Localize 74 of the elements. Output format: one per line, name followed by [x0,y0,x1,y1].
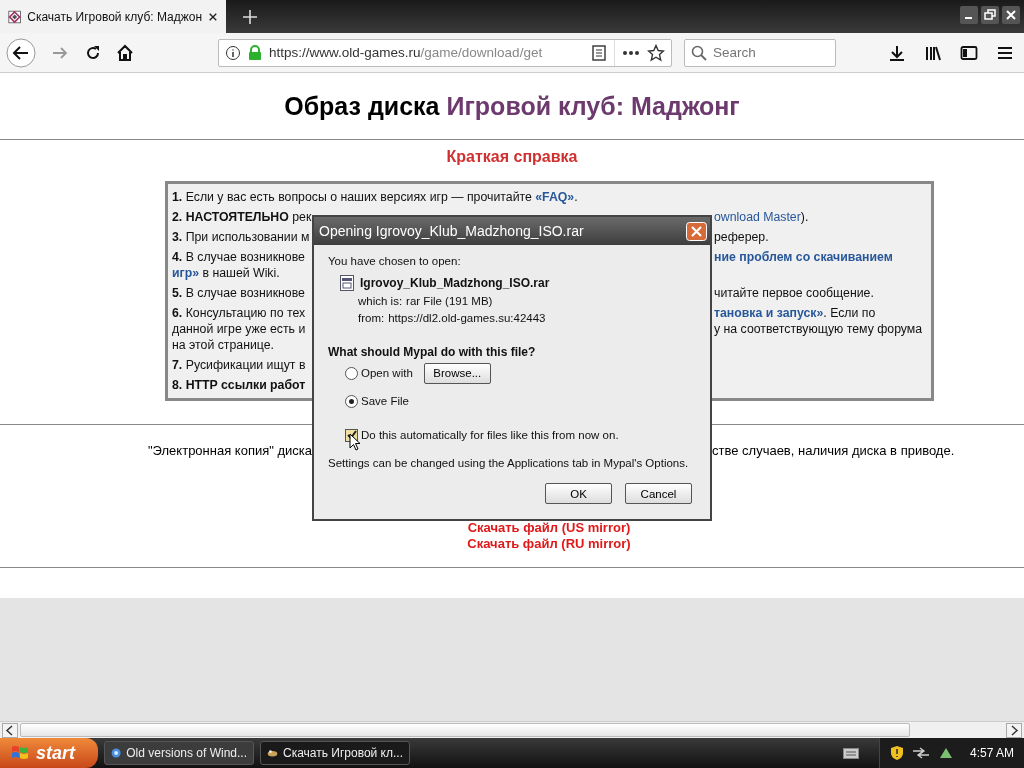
download-link[interactable]: Скачать файл (US mirror) [467,520,631,536]
help-text: на этой странице. [172,337,274,353]
close-icon[interactable] [686,221,707,241]
help-text: ownload Master). [713,209,809,225]
horizontal-scrollbar[interactable] [0,721,1024,738]
help-text: 2. НАСТОЯТЕЛЬНО рек [172,209,312,225]
help-text: 3. При использовании м [172,229,310,245]
field-label: from: [358,311,385,326]
field-value: https://dl2.old-games.su:42443 [388,311,546,326]
help-text: данной игре уже есть и [172,321,306,337]
windows-logo-icon [10,744,30,762]
url-path: /game/download/get [420,45,543,60]
section-heading: Краткая справка [446,148,578,166]
diamond-logo-icon [8,8,22,25]
url-host: https://www.old-games.ru [269,45,421,60]
reader-view-icon[interactable] [591,44,607,61]
help-text: 5. В случае возникнове [172,285,305,301]
restore-icon[interactable] [981,6,999,24]
reload-icon[interactable] [84,43,102,62]
help-text: ние проблем со скачиванием [713,249,893,265]
help-text: реферер. [713,229,769,245]
star-icon[interactable] [647,43,665,62]
option-label[interactable]: Open with [361,367,413,379]
download-link[interactable]: Скачать файл (RU mirror) [467,536,631,552]
search-icon [691,44,707,61]
note-text: стве случаев, наличия диска в приводе. [712,443,956,458]
dialog-text: Settings can be changed using the Applications tab in Mypal's Options. [328,457,690,469]
option-label[interactable]: Save File [361,395,409,407]
dialog-question: What should Mypal do with this file? [328,345,537,359]
lock-icon [248,44,262,61]
file-name: Igrovoy_Klub_Madzhong_ISO.rar [360,276,550,290]
more-icon[interactable] [622,49,640,56]
close-icon[interactable] [1002,6,1020,24]
cancel-button[interactable]: Cancel [625,483,692,504]
help-text: тановка и запуск». Если по [713,305,876,321]
clock: 4:57 AM [969,746,1014,760]
dialog-text: You have chosen to open: [328,255,462,267]
new-tab-icon[interactable] [242,8,258,25]
info-icon[interactable] [225,44,241,61]
sidebar-icon[interactable] [960,43,978,62]
search-field[interactable]: Search [684,38,836,67]
scroll-left-icon[interactable] [2,722,18,738]
scroll-thumb[interactable] [20,723,910,737]
address-bar[interactable]: https://www.old-games.ru/game/download/get [218,38,672,67]
page-title: Образ диска Игровой клуб: Маджонг [284,91,740,121]
keyboard-icon[interactable] [842,747,859,759]
help-text: игр» в нашей Wiki. [172,265,280,281]
help-text: 6. Консультацию по тех [172,305,306,321]
dialog-title: Opening Igrovoy_Klub_Madzhong_ISO.rar [319,223,584,239]
browser-tab[interactable]: Скачать Игровой клуб: Маджон [0,0,226,33]
help-text: у на соответствующую тему форума [713,321,923,337]
help-text: 7. Русификации ищут в [172,357,306,373]
radio-button[interactable] [345,394,358,408]
back-icon[interactable] [6,37,36,68]
taskbar-button[interactable]: Old versions of Wind... [104,741,254,765]
ok-button[interactable]: OK [545,483,612,504]
download-icon[interactable] [888,43,906,62]
scroll-right-icon[interactable] [1006,722,1022,738]
help-text: 8. HTTP ссылки работ [172,377,306,393]
field-value: rar File (191 MB) [406,294,493,309]
cursor-icon [349,433,361,451]
note-text: "Электронная копия" диска [148,443,312,458]
help-text: 1. Если у вас есть вопросы о наших версиях игр — прочитайте «FAQ». [172,189,578,205]
file-icon [340,275,354,291]
browse-button[interactable]: Browse... [423,362,491,384]
help-text: читайте первое сообщение. [713,285,874,301]
checkbox-label[interactable]: Do this automatically for files like this from now on. [361,429,619,441]
radio-button[interactable] [345,366,358,380]
minimize-icon[interactable] [960,6,978,24]
home-icon[interactable] [116,43,134,62]
taskbar-button[interactable]: Скачать Игровой кл... [260,741,410,765]
field-label: which is: [358,294,403,309]
help-text: 4. В случае возникнове [172,249,305,265]
shield-icon[interactable] [889,745,904,761]
